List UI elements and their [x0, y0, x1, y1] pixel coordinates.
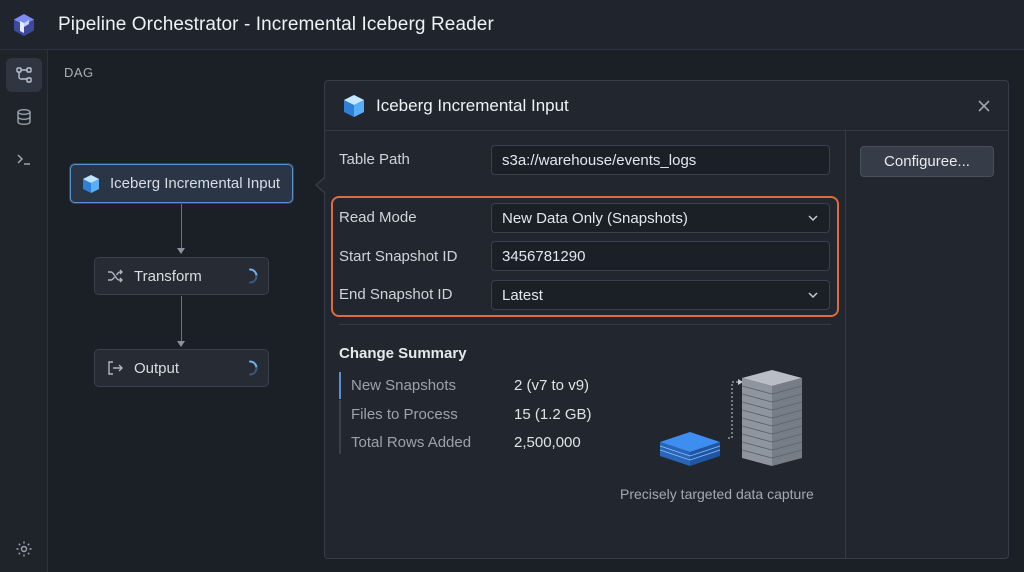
- summary-value: 2,500,000: [514, 434, 581, 451]
- dag-node-iceberg-input[interactable]: Iceberg Incremental Input: [70, 164, 293, 203]
- left-rail: [0, 50, 48, 572]
- dag-node-output[interactable]: Output: [94, 349, 269, 387]
- app-logo-icon: [0, 0, 48, 50]
- summary-label: New Snapshots: [351, 377, 457, 394]
- chevron-down-icon: [808, 292, 818, 299]
- table-path-value: s3a://warehouse/events_logs: [502, 151, 697, 169]
- chevron-down-icon: [808, 215, 818, 222]
- start-snapshot-label: Start Snapshot ID: [339, 248, 458, 265]
- summary-label: Files to Process: [351, 406, 458, 423]
- iceberg-cube-icon: [344, 94, 364, 117]
- illustration-caption: Precisely targeted data capture: [620, 486, 814, 502]
- read-mode-select[interactable]: New Data Only (Snapshots): [491, 203, 830, 233]
- summary-title: Change Summary: [339, 345, 467, 362]
- title-bar: Pipeline Orchestrator - Incremental Iceb…: [0, 0, 1024, 50]
- node-label: Output: [134, 359, 180, 377]
- data-capture-illustration: [659, 370, 803, 466]
- terminal-icon[interactable]: [6, 142, 42, 176]
- panel-pointer-fill: [317, 177, 326, 193]
- configure-button[interactable]: Configuree...: [860, 146, 994, 177]
- table-path-input[interactable]: s3a://warehouse/events_logs: [491, 145, 830, 175]
- dag-node-transform[interactable]: Transform: [94, 257, 269, 295]
- table-history-stack-icon: [741, 370, 803, 466]
- panel-divider: [845, 131, 846, 558]
- read-mode-value: New Data Only (Snapshots): [502, 209, 688, 227]
- iceberg-cube-icon: [80, 173, 102, 195]
- end-snapshot-value: Latest: [502, 286, 543, 304]
- start-snapshot-input[interactable]: 3456781290: [491, 241, 830, 271]
- database-icon[interactable]: [6, 100, 42, 134]
- summary-label: Total Rows Added: [351, 434, 472, 451]
- end-snapshot-label: End Snapshot ID: [339, 286, 453, 303]
- shuffle-icon: [104, 265, 126, 287]
- read-mode-label: Read Mode: [339, 209, 417, 226]
- section-divider: [339, 324, 831, 325]
- edge-arrowhead: [177, 341, 185, 347]
- loading-spinner-icon: [242, 360, 258, 380]
- summary-value: 2 (v7 to v9): [514, 377, 590, 394]
- summary-value: 15 (1.2 GB): [514, 406, 592, 423]
- panel-header: Iceberg Incremental Input: [325, 81, 1008, 131]
- summary-indicator: [339, 372, 341, 399]
- panel-title: Iceberg Incremental Input: [376, 95, 569, 115]
- close-icon[interactable]: [974, 96, 994, 116]
- settings-gear-icon[interactable]: [6, 532, 42, 566]
- edge-arrowhead: [177, 248, 185, 254]
- summary-indicator-track: [339, 400, 341, 454]
- dag-edge: [181, 296, 182, 342]
- loading-spinner-icon: [242, 268, 258, 288]
- end-snapshot-select[interactable]: Latest: [491, 280, 830, 310]
- start-snapshot-value: 3456781290: [502, 247, 586, 265]
- dag-edge: [181, 204, 182, 249]
- dag-label: DAG: [64, 65, 94, 80]
- exit-arrow-icon: [104, 357, 126, 379]
- window-title: Pipeline Orchestrator - Incremental Iceb…: [58, 13, 494, 35]
- new-data-stack-icon: [659, 432, 721, 466]
- node-label: Transform: [134, 267, 202, 285]
- table-path-label: Table Path: [339, 151, 410, 168]
- node-label: Iceberg Incremental Input: [110, 175, 281, 192]
- workflow-icon[interactable]: [6, 58, 42, 92]
